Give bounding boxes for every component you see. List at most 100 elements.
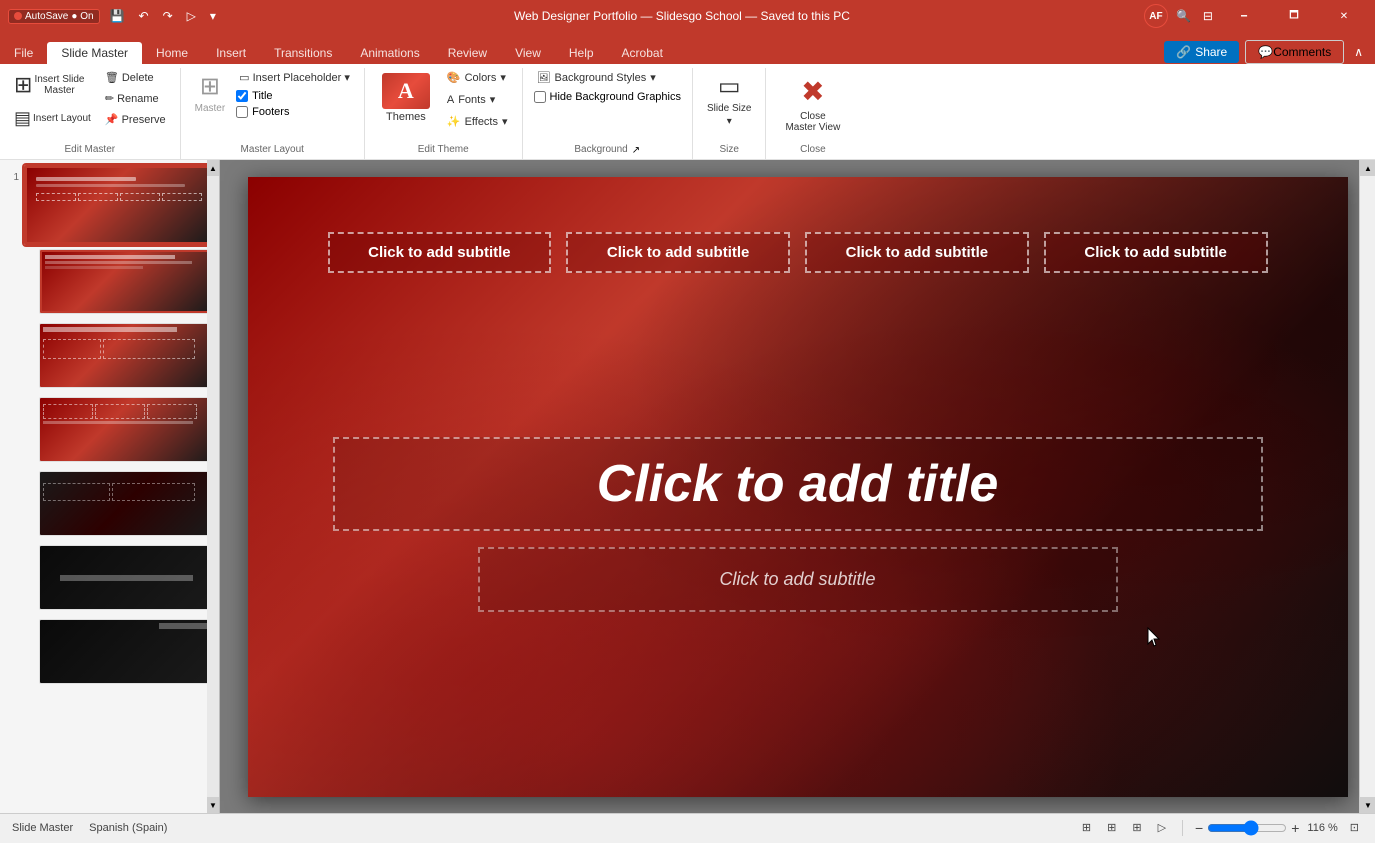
search-button[interactable]: 🔍 [1172,7,1195,25]
edit-theme-label: Edit Theme [373,142,514,159]
slide-thumb-4[interactable] [24,397,214,462]
comments-button[interactable]: 💬Comments [1245,40,1344,64]
slide-img-3[interactable] [39,323,214,388]
scroll-down-button[interactable]: ▼ [207,797,219,813]
slide-img-2[interactable] [39,249,214,314]
slide-num-1: 1 [13,172,19,183]
canvas-scrollbar-right[interactable]: ▲ ▼ [1359,160,1375,813]
tab-acrobat[interactable]: Acrobat [608,42,677,66]
delete-button[interactable]: 🗑 Delete [99,68,172,87]
tab-help[interactable]: Help [555,42,608,66]
slide-master-label: Slide Master [12,822,73,834]
subtitle-box-3[interactable]: Click to add subtitle [805,232,1029,273]
themes-icon: A [382,73,430,109]
preserve-button[interactable]: 📌 Preserve [99,110,172,129]
slide-thumb-2[interactable] [24,249,214,314]
reading-view-button[interactable]: ⊞ [1128,819,1145,836]
subtitle-box-2[interactable]: Click to add subtitle [566,232,790,273]
present-button[interactable]: ▷ [183,7,200,25]
slide-size-button[interactable]: ▭ Slide Size ▾ [701,68,757,131]
scroll-up-button[interactable]: ▲ [207,160,219,176]
themes-button[interactable]: A Themes [373,68,439,128]
tab-insert[interactable]: Insert [202,42,260,66]
subtitle-box-4[interactable]: Click to add subtitle [1044,232,1268,273]
tab-transitions[interactable]: Transitions [260,42,346,66]
slide-canvas[interactable]: Click to add subtitle Click to add subti… [248,177,1348,797]
zoom-slider[interactable] [1207,820,1287,836]
tab-review[interactable]: Review [434,42,501,66]
slide-canvas-outer: Click to add subtitle Click to add subti… [248,177,1348,797]
customize-button[interactable]: ▾ [206,7,220,25]
autosave-badge[interactable]: AutoSave ● On [8,9,100,24]
footers-checkbox[interactable]: Footers [233,105,356,119]
minimize-button[interactable]: 🗕 [1221,0,1267,32]
title-checkbox[interactable]: Title [233,89,356,103]
subtitle-box-1[interactable]: Click to add subtitle [328,232,552,273]
size-label: Size [701,142,757,159]
autosave-toggle[interactable]: ● On [71,11,93,22]
main-content: 1 [0,160,1375,813]
insert-slide-master-button[interactable]: ⊞ Insert SlideMaster [8,68,97,102]
effects-button[interactable]: ✨ Effects ▾ [441,112,514,131]
save-button[interactable]: 💾 [106,7,129,25]
zoom-in-button[interactable]: + [1291,820,1299,836]
subtitle-main-placeholder[interactable]: Click to add subtitle [478,547,1118,612]
slide-thumb-7[interactable] [24,619,214,684]
canvas-scroll-up[interactable]: ▲ [1360,160,1375,176]
slide-numbers: 1 [0,160,22,813]
title-bar-title: Web Designer Portfolio — Slidesgo School… [514,9,850,23]
fit-slide-button[interactable]: ⊡ [1346,819,1363,836]
slide-img-4[interactable] [39,397,214,462]
slide-panel-scrollbar[interactable]: ▲ ▼ [207,160,219,813]
redo-button[interactable]: ↷ [159,7,177,25]
canvas-scroll-down[interactable]: ▼ [1360,797,1375,813]
background-expand-icon[interactable]: ↗ [632,145,640,156]
user-avatar[interactable]: AF [1144,4,1168,28]
zoom-level-label: 116 % [1307,822,1337,834]
hide-background-checkbox[interactable]: Hide Background Graphics [531,90,684,104]
tab-home[interactable]: Home [142,42,202,66]
rename-button[interactable]: ✏ Rename [99,89,172,108]
slide-thumb-6[interactable] [24,545,214,610]
tab-file[interactable]: File [0,42,47,66]
background-buttons: 🖼 Background Styles ▾ Hide Background Gr… [531,68,684,142]
share-button[interactable]: 🔗Share [1164,41,1239,63]
insert-layout-button[interactable]: ▤ Insert Layout [8,104,97,133]
presenter-view-button[interactable]: ▷ [1154,819,1170,836]
title-text: Click to add title [597,455,999,513]
tab-slide-master[interactable]: Slide Master [47,42,142,66]
background-label: Background [574,142,627,159]
normal-view-button[interactable]: ⊞ [1078,819,1095,836]
slide-img-7[interactable] [39,619,214,684]
ribbon-group-background: 🖼 Background Styles ▾ Hide Background Gr… [523,68,693,159]
ribbon-collapse-button[interactable]: ∧ [1350,43,1367,61]
background-styles-button[interactable]: 🖼 Background Styles ▾ [531,68,684,87]
slide-sorter-button[interactable]: ⊞ [1103,819,1120,836]
zoom-out-button[interactable]: − [1195,820,1203,836]
status-bar-left: Slide Master Spanish (Spain) [12,822,167,834]
maximize-button[interactable]: 🗖 [1271,0,1317,32]
ribbon-display-button[interactable]: ⊟ [1199,7,1217,25]
language-label: Spanish (Spain) [89,822,167,834]
close-master-view-button[interactable]: ✖ Close Master View [774,68,851,138]
master-layout-label: Master Layout [189,142,356,159]
edit-master-buttons: ⊞ Insert SlideMaster ▤ Insert Layout 🗑 D… [8,68,172,142]
master-button[interactable]: ⊞ Master [189,68,232,118]
title-bar-right: AF 🔍 ⊟ 🗕 🗖 ✕ [1144,0,1367,32]
close-button[interactable]: ✕ [1321,0,1367,32]
undo-button[interactable]: ↶ [135,7,153,25]
tab-animations[interactable]: Animations [346,42,433,66]
slide-thumb-1[interactable] [24,165,214,245]
slide-thumb-3[interactable] [24,323,214,388]
insert-placeholder-button[interactable]: ▭ Insert Placeholder ▾ [233,68,356,87]
title-placeholder[interactable]: Click to add title [333,437,1263,531]
slide-img-6[interactable] [39,545,214,610]
status-bar: Slide Master Spanish (Spain) ⊞ ⊞ ⊞ ▷ − +… [0,813,1375,841]
fonts-button[interactable]: A Fonts ▾ [441,90,514,109]
slide-thumb-5[interactable] [24,471,214,536]
slide-img-5[interactable] [39,471,214,536]
colors-button[interactable]: 🎨 Colors ▾ [441,68,514,87]
tab-view[interactable]: View [501,42,555,66]
slide-img-1[interactable] [24,165,214,245]
close-buttons: ✖ Close Master View [774,68,851,142]
